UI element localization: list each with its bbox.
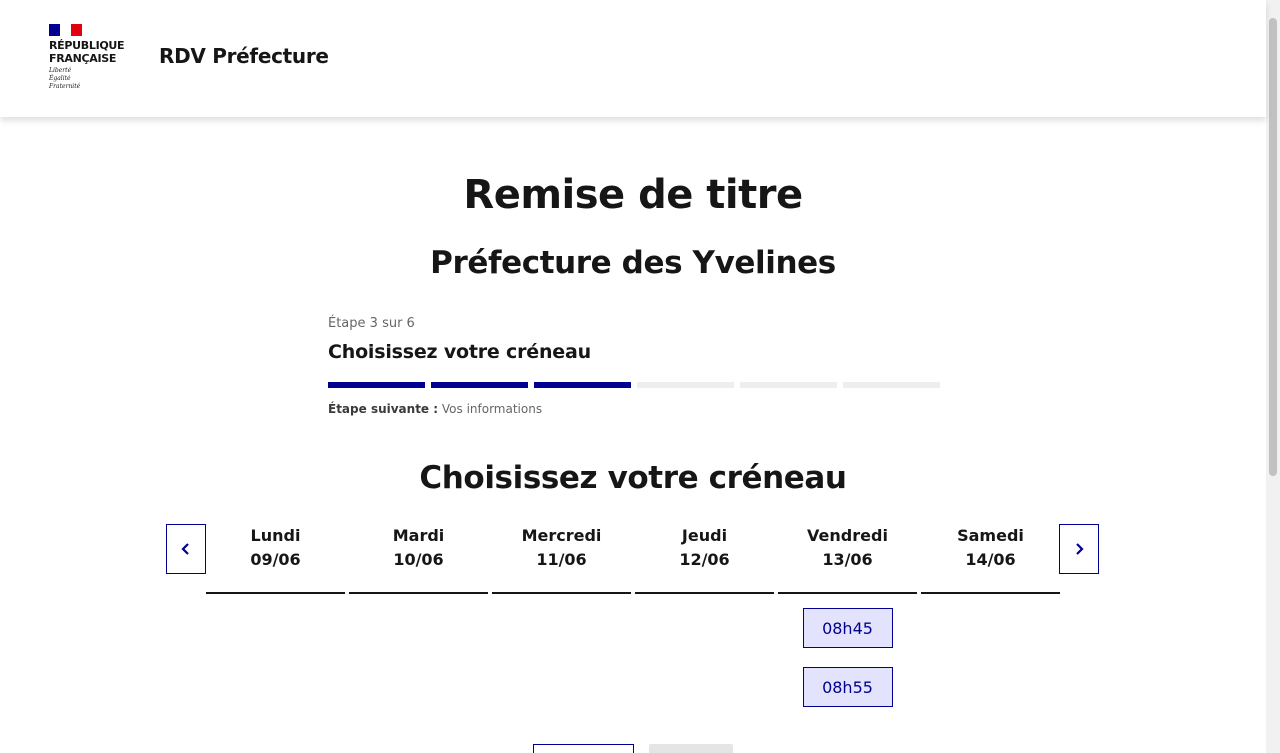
next-week-button[interactable] xyxy=(1059,524,1099,574)
day-header: Mercredi 11/06 xyxy=(492,526,631,594)
time-slot-button[interactable]: 08h55 xyxy=(802,667,893,707)
scrollbar-thumb[interactable] xyxy=(1269,18,1277,476)
day-date: 12/06 xyxy=(679,550,730,569)
day-date: 13/06 xyxy=(822,550,873,569)
stepper-progress xyxy=(328,382,940,388)
step-bar-complete xyxy=(534,382,631,388)
day-header: Jeudi 12/06 xyxy=(635,526,774,594)
service-title[interactable]: RDV Préfecture xyxy=(159,44,329,68)
stepper-next-value: Vos informations xyxy=(441,402,543,416)
disabled-button xyxy=(649,744,733,753)
vertical-scrollbar[interactable] xyxy=(1266,0,1280,753)
previous-week-button[interactable] xyxy=(166,524,206,574)
day-column: Samedi 14/06 xyxy=(921,526,1060,707)
day-column: Mardi 10/06 xyxy=(349,526,488,707)
stepper-next: Étape suivante : Vos informations xyxy=(328,402,542,416)
day-date: 11/06 xyxy=(536,550,587,569)
logo-text: RÉPUBLIQUE FRANÇAISE xyxy=(49,39,125,65)
republique-francaise-logo[interactable]: RÉPUBLIQUE FRANÇAISE Liberté Égalité Fra… xyxy=(49,24,139,91)
day-header: Mardi 10/06 xyxy=(349,526,488,594)
step-bar-pending xyxy=(637,382,734,388)
stepper-current-title: Choisissez votre créneau xyxy=(328,341,591,363)
day-slots: 08h45 08h55 xyxy=(778,608,917,707)
step-bar-pending xyxy=(740,382,837,388)
stepper: Étape 3 sur 6 Choisissez votre créneau É… xyxy=(328,316,940,416)
day-name: Mercredi xyxy=(521,526,602,545)
day-name: Lundi xyxy=(250,526,301,545)
logo-motto: Liberté Égalité Fraternité xyxy=(49,67,81,90)
day-column: Vendredi 13/06 08h45 08h55 xyxy=(778,526,917,707)
day-header: Vendredi 13/06 xyxy=(778,526,917,594)
day-header: Samedi 14/06 xyxy=(921,526,1060,594)
day-date: 10/06 xyxy=(393,550,444,569)
calendar-days: Lundi 09/06 Mardi 10/06 Mercredi 11/06 J… xyxy=(206,526,1060,707)
calendar-title: Choisissez votre créneau xyxy=(419,460,847,496)
day-date: 14/06 xyxy=(965,550,1016,569)
day-name: Vendredi xyxy=(807,526,888,545)
site-header: RÉPUBLIQUE FRANÇAISE Liberté Égalité Fra… xyxy=(0,0,1266,117)
day-column: Mercredi 11/06 xyxy=(492,526,631,707)
step-bar-pending xyxy=(843,382,940,388)
day-header: Lundi 09/06 xyxy=(206,526,345,594)
french-flag-icon xyxy=(49,24,82,36)
day-name: Samedi xyxy=(957,526,1024,545)
day-name: Mardi xyxy=(392,526,445,545)
step-bar-complete xyxy=(328,382,425,388)
day-date: 09/06 xyxy=(250,550,301,569)
chevron-left-icon xyxy=(181,543,189,555)
step-bar-complete xyxy=(431,382,528,388)
page-title: Remise de titre xyxy=(463,172,803,218)
day-column: Lundi 09/06 xyxy=(206,526,345,707)
chevron-right-icon xyxy=(1076,543,1084,555)
more-slots-button[interactable] xyxy=(533,744,634,753)
day-column: Jeudi 12/06 xyxy=(635,526,774,707)
time-slot-button[interactable]: 08h45 xyxy=(802,608,893,648)
day-name: Jeudi xyxy=(681,526,728,545)
stepper-state: Étape 3 sur 6 xyxy=(328,316,415,331)
page-subtitle: Préfecture des Yvelines xyxy=(430,245,836,281)
stepper-next-label: Étape suivante : xyxy=(328,402,439,416)
